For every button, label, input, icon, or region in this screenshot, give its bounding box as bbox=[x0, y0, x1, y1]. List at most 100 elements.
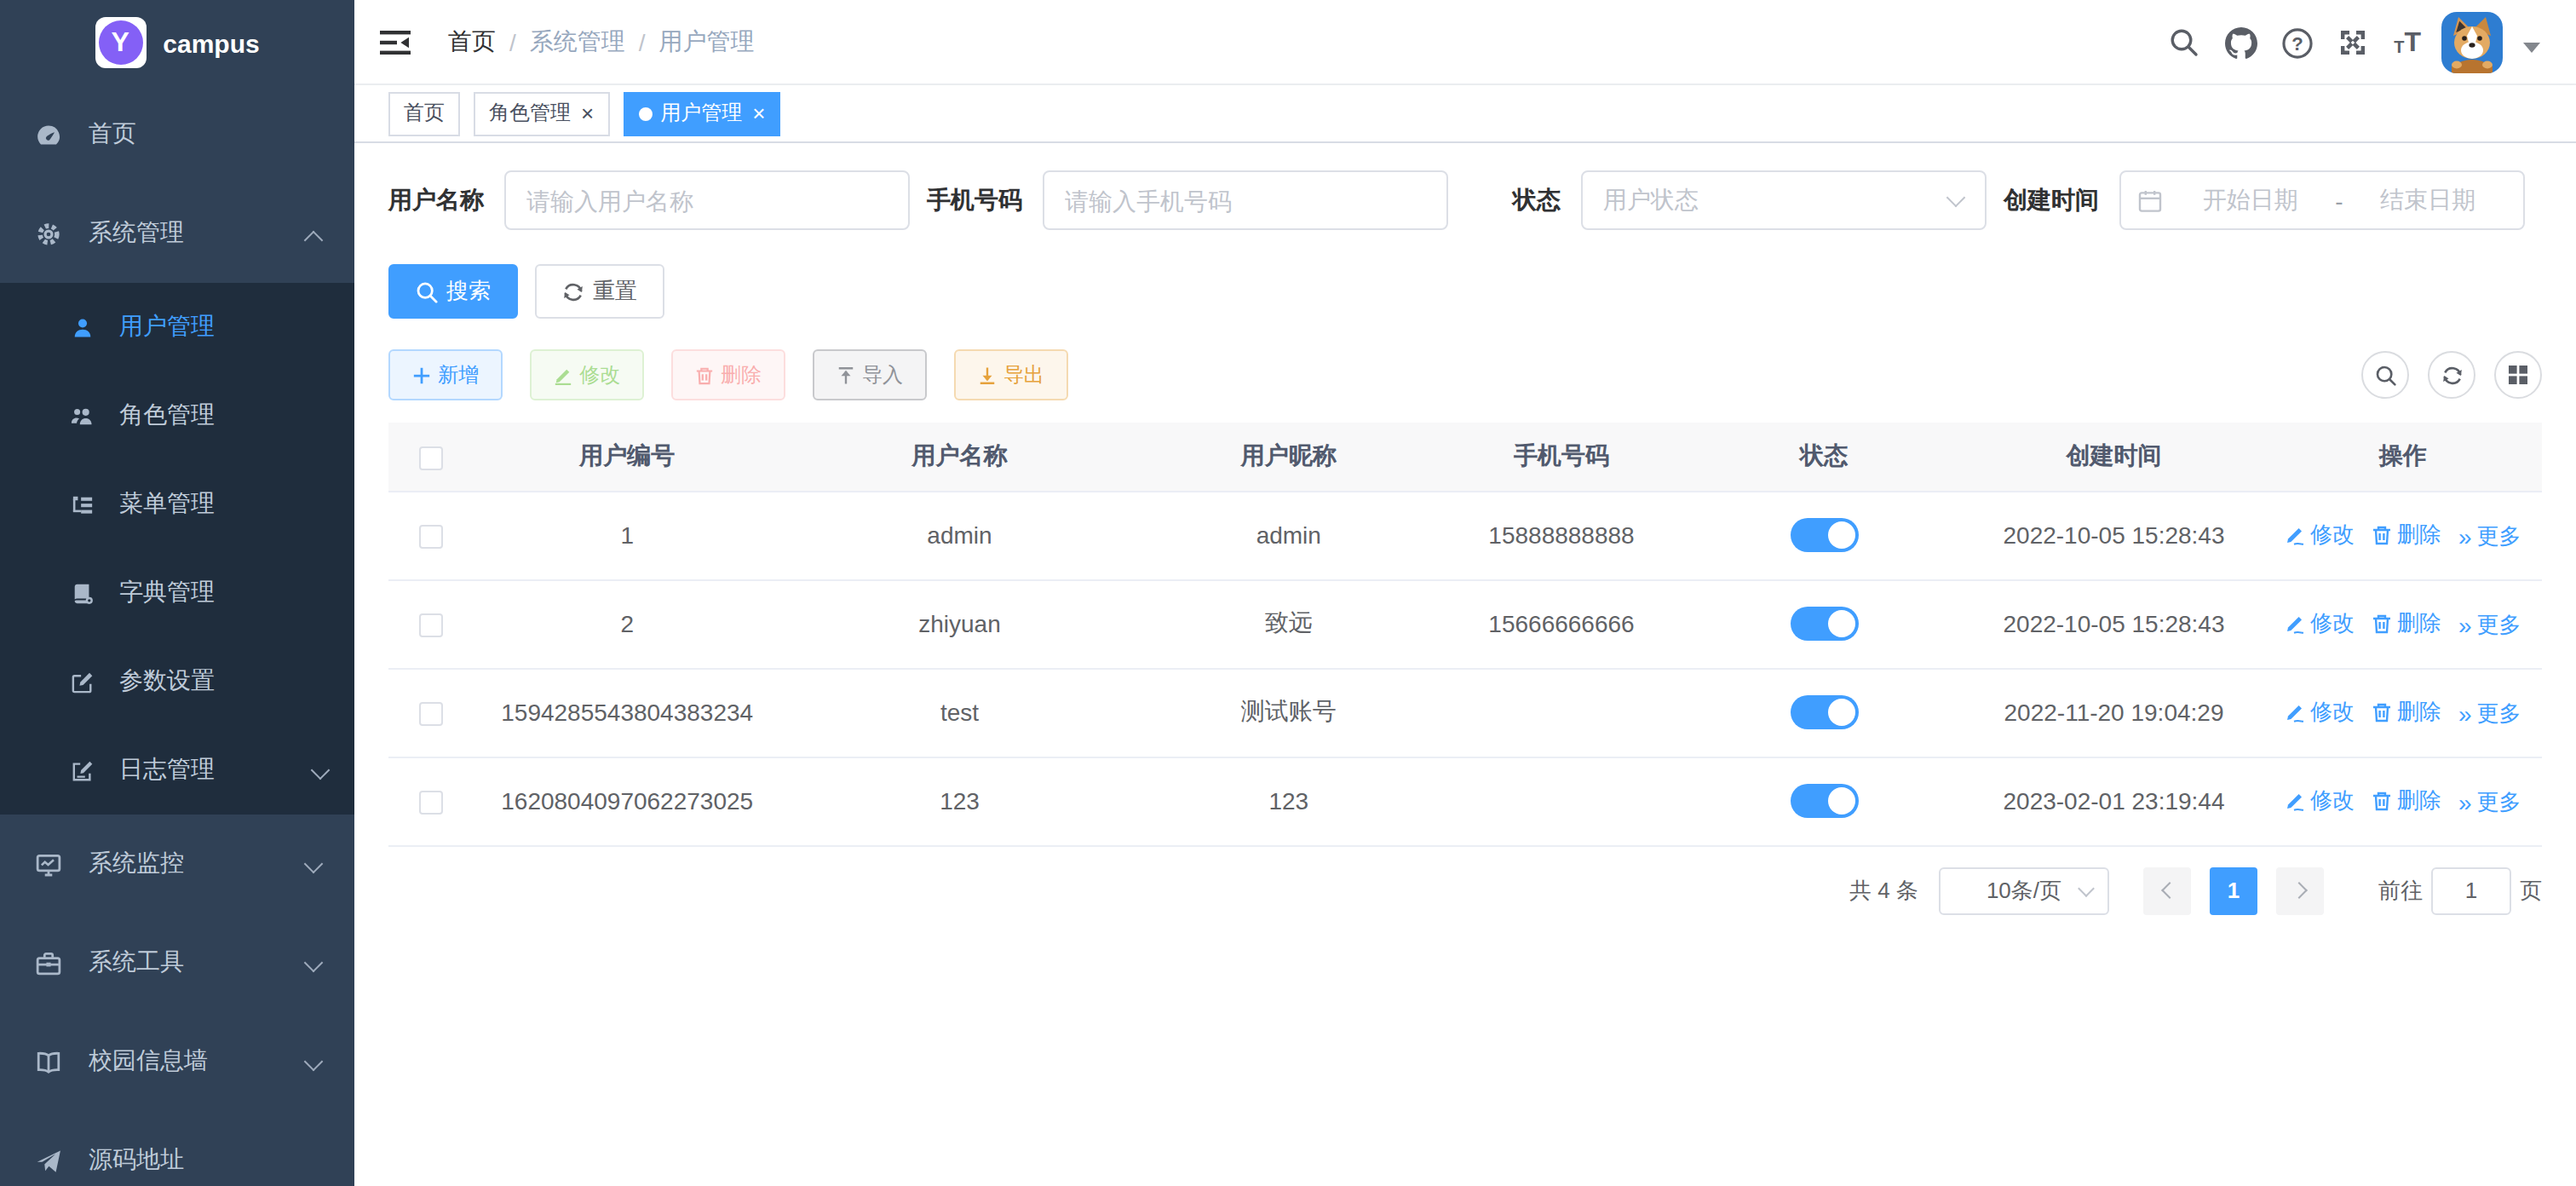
sidebar-item-menu-mgmt[interactable]: 菜单管理 bbox=[0, 460, 354, 549]
hamburger-icon[interactable] bbox=[380, 30, 411, 54]
question-icon[interactable]: ? bbox=[2281, 26, 2312, 57]
row-more-link[interactable]: 更多 bbox=[2458, 609, 2521, 640]
table-toolbar: 新增 修改 删除 导入 导出 bbox=[388, 349, 2542, 400]
row-delete-link[interactable]: 删除 bbox=[2372, 696, 2441, 727]
prev-page-button[interactable] bbox=[2143, 866, 2191, 914]
cell-username: 123 bbox=[780, 757, 1138, 845]
dictionary-icon bbox=[70, 582, 94, 604]
row-edit-link[interactable]: 修改 bbox=[2285, 696, 2355, 727]
navbar: 首页 / 系统管理 / 用户管理 ? TT bbox=[354, 0, 2576, 85]
refresh-icon bbox=[2441, 364, 2463, 386]
logo-text: campus bbox=[163, 28, 259, 57]
row-checkbox[interactable] bbox=[419, 791, 443, 815]
phone-input[interactable] bbox=[1044, 172, 1446, 228]
status-toggle[interactable] bbox=[1790, 518, 1858, 552]
users-icon bbox=[70, 405, 94, 427]
font-size-icon[interactable]: TT bbox=[2394, 28, 2421, 55]
refresh-button[interactable] bbox=[2428, 351, 2475, 399]
github-icon[interactable] bbox=[2225, 26, 2256, 57]
export-button[interactable]: 导出 bbox=[954, 349, 1068, 400]
start-date-placeholder: 开始日期 bbox=[2172, 185, 2328, 216]
add-button[interactable]: 新增 bbox=[388, 349, 503, 400]
current-page-button[interactable]: 1 bbox=[2210, 866, 2257, 914]
close-icon[interactable] bbox=[581, 102, 594, 124]
tag-home[interactable]: 首页 bbox=[388, 91, 460, 135]
tree-menu-icon bbox=[70, 493, 94, 515]
breadcrumb-system[interactable]: 系统管理 bbox=[530, 26, 625, 57]
row-more-link[interactable]: 更多 bbox=[2458, 786, 2521, 817]
delete-button[interactable]: 删除 bbox=[671, 349, 785, 400]
username-input[interactable] bbox=[506, 172, 908, 228]
sidebar-item-home[interactable]: 首页 bbox=[0, 85, 354, 184]
paper-plane-icon bbox=[34, 1148, 61, 1173]
goto-page-input[interactable] bbox=[2431, 866, 2511, 914]
sidebar-item-log-mgmt[interactable]: 日志管理 bbox=[0, 726, 354, 815]
select-all-checkbox[interactable] bbox=[419, 446, 443, 470]
sidebar-item-label: 用户管理 bbox=[119, 312, 215, 343]
close-icon[interactable] bbox=[752, 102, 765, 124]
cell-nickname: 测试账号 bbox=[1139, 668, 1439, 757]
status-toggle[interactable] bbox=[1790, 695, 1858, 729]
sidebar-item-param-settings[interactable]: 参数设置 bbox=[0, 637, 354, 726]
status-toggle[interactable] bbox=[1790, 607, 1858, 641]
sidebar-item-monitor[interactable]: 系统监控 bbox=[0, 815, 354, 913]
tag-user-mgmt[interactable]: 用户管理 bbox=[623, 91, 780, 135]
sidebar-item-user-mgmt[interactable]: 用户管理 bbox=[0, 283, 354, 371]
reset-button[interactable]: 重置 bbox=[535, 264, 664, 319]
sidebar-item-tools[interactable]: 系统工具 bbox=[0, 913, 354, 1012]
sidebar-item-dict-mgmt[interactable]: 字典管理 bbox=[0, 549, 354, 637]
sidebar-item-system[interactable]: 系统管理 bbox=[0, 184, 354, 283]
row-edit-link[interactable]: 修改 bbox=[2285, 607, 2355, 638]
page-size-select[interactable]: 10条/页 bbox=[1939, 866, 2109, 914]
users-table: 用户编号 用户名称 用户昵称 手机号码 状态 创建时间 操作 1 admin bbox=[388, 423, 2542, 846]
add-button-label: 新增 bbox=[438, 360, 479, 389]
row-edit-link[interactable]: 修改 bbox=[2285, 785, 2355, 815]
breadcrumb-home[interactable]: 首页 bbox=[448, 26, 496, 57]
filter-actions: 搜索 重置 bbox=[388, 264, 2542, 319]
row-checkbox[interactable] bbox=[419, 702, 443, 726]
sidebar-item-source-code[interactable]: 源码地址 bbox=[0, 1111, 354, 1186]
logo[interactable]: Y campus bbox=[0, 0, 354, 85]
col-header-ops: 操作 bbox=[2264, 423, 2542, 491]
col-header-nickname: 用户昵称 bbox=[1139, 423, 1439, 491]
row-more-link[interactable]: 更多 bbox=[2458, 698, 2521, 728]
import-button[interactable]: 导入 bbox=[813, 349, 927, 400]
row-delete-link[interactable]: 删除 bbox=[2372, 785, 2441, 815]
status-select[interactable]: 用户状态 bbox=[1581, 170, 1987, 230]
cell-user-id: 1 bbox=[474, 491, 780, 579]
show-search-button[interactable] bbox=[2361, 351, 2409, 399]
search-button[interactable]: 搜索 bbox=[388, 264, 518, 319]
goto-label: 前往 bbox=[2378, 875, 2423, 906]
row-delete-link[interactable]: 删除 bbox=[2372, 519, 2441, 550]
sidebar-item-label: 校园信息墙 bbox=[89, 1046, 208, 1077]
table-row: 1594285543804383234 test 测试账号 2022-11-20… bbox=[388, 668, 2542, 757]
row-checkbox[interactable] bbox=[419, 613, 443, 637]
sidebar-item-label: 系统管理 bbox=[89, 218, 184, 249]
sidebar-item-campus-wall[interactable]: 校园信息墙 bbox=[0, 1012, 354, 1111]
sidebar-item-role-mgmt[interactable]: 角色管理 bbox=[0, 371, 354, 460]
table-tools bbox=[2361, 351, 2542, 399]
row-checkbox[interactable] bbox=[419, 525, 443, 549]
next-page-button[interactable] bbox=[2276, 866, 2324, 914]
col-header-user-id: 用户编号 bbox=[474, 423, 780, 491]
table-row: 1620804097062273025 123 123 2023-02-01 2… bbox=[388, 757, 2542, 845]
end-date-placeholder: 结束日期 bbox=[2350, 185, 2506, 216]
date-range-picker[interactable]: 开始日期 - 结束日期 bbox=[2119, 170, 2525, 230]
tag-role-mgmt[interactable]: 角色管理 bbox=[474, 91, 609, 135]
filter-phone: 手机号码 bbox=[927, 170, 1448, 230]
caret-down-icon[interactable] bbox=[2523, 42, 2540, 52]
search-icon[interactable] bbox=[2169, 26, 2199, 57]
fullscreen-icon[interactable] bbox=[2337, 26, 2368, 57]
status-toggle[interactable] bbox=[1790, 784, 1858, 818]
row-more-link[interactable]: 更多 bbox=[2458, 521, 2521, 551]
row-delete-link[interactable]: 删除 bbox=[2372, 607, 2441, 638]
edit-button[interactable]: 修改 bbox=[530, 349, 644, 400]
gear-icon bbox=[34, 221, 61, 246]
cell-user-id: 2 bbox=[474, 579, 780, 668]
range-separator: - bbox=[2328, 187, 2349, 214]
avatar[interactable] bbox=[2441, 11, 2503, 72]
row-edit-link[interactable]: 修改 bbox=[2285, 519, 2355, 550]
table-header-row: 用户编号 用户名称 用户昵称 手机号码 状态 创建时间 操作 bbox=[388, 423, 2542, 491]
breadcrumb-separator: / bbox=[509, 28, 516, 55]
columns-button[interactable] bbox=[2494, 351, 2542, 399]
